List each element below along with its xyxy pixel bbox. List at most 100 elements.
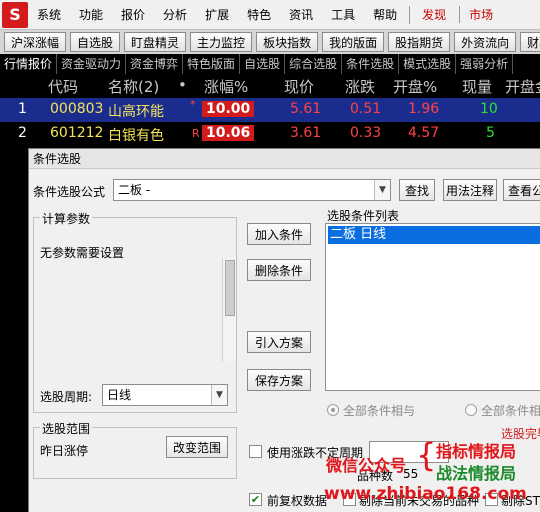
delete-condition-button[interactable]: 删除条件 bbox=[247, 259, 311, 281]
tab-pattern-select[interactable]: 模式选股 bbox=[399, 54, 457, 74]
tab-strength-analysis[interactable]: 强弱分析 bbox=[456, 54, 514, 74]
import-scheme-button[interactable]: 引入方案 bbox=[247, 331, 311, 353]
period-value: 日线 bbox=[107, 388, 132, 402]
toolbar-finance-button[interactable]: 财联 bbox=[520, 32, 540, 52]
chevron-down-icon[interactable]: ▼ bbox=[211, 385, 227, 405]
tab-condition-select[interactable]: 条件选股 bbox=[342, 54, 400, 74]
menu-function[interactable]: 功能 bbox=[70, 6, 112, 23]
all-or-radio[interactable] bbox=[465, 404, 477, 416]
save-scheme-button[interactable]: 保存方案 bbox=[247, 369, 311, 391]
usage-notes-button[interactable]: 用法注释 bbox=[443, 179, 497, 201]
tab-composite-select[interactable]: 综合选股 bbox=[285, 54, 343, 74]
row-change: 0.51 bbox=[350, 101, 382, 117]
row-volume: 5 bbox=[486, 125, 495, 141]
menu-help[interactable]: 帮助 bbox=[364, 6, 406, 23]
scroll-thumb[interactable] bbox=[225, 260, 235, 316]
watermark-wechat: 微信公众号 bbox=[326, 456, 407, 475]
forward-adjust-checkbox[interactable]: ✔ bbox=[249, 493, 262, 506]
menu-extension[interactable]: 扩展 bbox=[196, 6, 238, 23]
menu-news[interactable]: 资讯 bbox=[280, 6, 322, 23]
condition-list[interactable]: 二板 日线 bbox=[325, 223, 540, 391]
all-and-radio[interactable] bbox=[327, 404, 339, 416]
row-change-pct: 10.06 bbox=[202, 125, 255, 141]
params-group-title: 计算参数 bbox=[40, 210, 93, 227]
tab-featured-layout[interactable]: 特色版面 bbox=[183, 54, 241, 74]
dialog-title[interactable]: 条件选股 bbox=[29, 149, 540, 169]
period-select[interactable]: 日线 ▼ bbox=[102, 384, 228, 406]
view-formula-button[interactable]: 查看公 bbox=[503, 179, 540, 201]
toolbar-main-force-button[interactable]: 主力监控 bbox=[190, 32, 253, 52]
row-index: 1 bbox=[18, 101, 27, 117]
condition-list-label: 选股条件列表 bbox=[327, 209, 400, 223]
forward-adjust-label: 前复权数据 bbox=[267, 494, 328, 508]
toolbar-watchlist-button[interactable]: 自选股 bbox=[70, 32, 121, 52]
menu-market[interactable]: 市场 bbox=[459, 6, 502, 23]
all-and-label: 全部条件相与 bbox=[343, 404, 416, 418]
row-mark: * bbox=[190, 98, 196, 111]
col-header-name[interactable]: 名称(2) bbox=[108, 76, 159, 97]
row-name: 山高环能 bbox=[108, 104, 164, 120]
list-item[interactable]: 二板 日线 bbox=[328, 226, 540, 244]
toolbar-sh-sz-gainers-button[interactable]: 沪深涨幅 bbox=[4, 32, 67, 52]
col-header-change[interactable]: 涨跌 bbox=[345, 76, 375, 97]
range-group: 选股范围 昨日涨停 改变范围 bbox=[33, 420, 237, 479]
menu-discover[interactable]: 发现 bbox=[413, 6, 455, 23]
menu-system[interactable]: 系统 bbox=[28, 6, 70, 23]
menu-analysis[interactable]: 分析 bbox=[154, 6, 196, 23]
row-volume: 10 bbox=[480, 101, 498, 117]
toolbar: 沪深涨幅 自选股 盯盘精灵 主力监控 板块指数 我的版面 股指期货 外资流向 财… bbox=[0, 30, 540, 54]
row-name: 白银有色 bbox=[108, 128, 164, 144]
range-text: 昨日涨停 bbox=[40, 444, 89, 458]
change-range-button[interactable]: 改变范围 bbox=[166, 436, 228, 458]
col-header-volume[interactable]: 现量 bbox=[462, 76, 492, 97]
params-text: 无参数需要设置 bbox=[40, 246, 125, 260]
add-condition-button[interactable]: 加入条件 bbox=[247, 223, 311, 245]
col-header-dot: • bbox=[178, 76, 187, 94]
tab-watchlist[interactable]: 自选股 bbox=[240, 54, 286, 74]
tab-quotes[interactable]: 行情报价 bbox=[0, 54, 58, 74]
watermark-line2: 战法情报局 bbox=[436, 464, 517, 483]
range-group-title: 选股范围 bbox=[40, 420, 93, 437]
row-change: 0.33 bbox=[350, 125, 382, 141]
formula-label: 条件选股公式 bbox=[33, 185, 106, 199]
all-or-label: 全部条件相或 bbox=[481, 404, 540, 418]
tab-capital-game[interactable]: 资金博弈 bbox=[126, 54, 184, 74]
col-header-open-amount[interactable]: 开盘金 bbox=[505, 76, 540, 97]
toolbar-sector-index-button[interactable]: 板块指数 bbox=[256, 32, 319, 52]
menu-divider bbox=[409, 5, 411, 24]
row-code: 601212 bbox=[50, 125, 104, 141]
toolbar-foreign-flow-button[interactable]: 外资流向 bbox=[454, 32, 517, 52]
row-open-pct: 4.57 bbox=[408, 125, 440, 141]
row-open-pct: 1.96 bbox=[408, 101, 440, 117]
params-group: 计算参数 无参数需要设置 选股周期: 日线 ▼ bbox=[33, 210, 237, 413]
row-price: 3.61 bbox=[290, 125, 322, 141]
menu-featured[interactable]: 特色 bbox=[238, 6, 280, 23]
col-header-open-pct[interactable]: 开盘% bbox=[393, 76, 437, 97]
watermark-brace: { bbox=[416, 436, 437, 474]
row-change-pct: 10.00 bbox=[202, 101, 255, 117]
menu-bar: S 系统 功能 报价 分析 扩展 特色 资讯 工具 帮助 发现 市场 bbox=[0, 0, 540, 30]
tab-capital-drive[interactable]: 资金驱动力 bbox=[57, 54, 127, 74]
toolbar-my-layout-button[interactable]: 我的版面 bbox=[322, 32, 385, 52]
find-button[interactable]: 查找 bbox=[399, 179, 435, 201]
use-limit-checkbox[interactable] bbox=[249, 445, 262, 458]
chevron-down-icon[interactable]: ▼ bbox=[374, 180, 390, 200]
table-row[interactable]: 1 000803 山高环能 * 10.00 5.61 0.51 1.96 10 bbox=[0, 98, 540, 122]
row-code: 000803 bbox=[50, 101, 104, 117]
watermark-url: www.zhibiao168.com bbox=[324, 484, 527, 504]
menu-quote[interactable]: 报价 bbox=[112, 6, 154, 23]
view-tabs: 行情报价 资金驱动力 资金博弈 特色版面 自选股 综合选股 条件选股 模式选股 … bbox=[0, 54, 540, 74]
formula-select[interactable]: 二板 - ▼ bbox=[113, 179, 391, 201]
col-header-change-pct[interactable]: 涨幅% bbox=[204, 76, 248, 97]
col-header-code[interactable]: 代码 bbox=[48, 76, 78, 97]
quote-table-header: 代码 名称(2) • 涨幅% 现价 涨跌 开盘% 现量 开盘金 bbox=[0, 74, 540, 98]
col-header-price[interactable]: 现价 bbox=[284, 76, 314, 97]
row-mark: R bbox=[192, 127, 200, 140]
menu-tools[interactable]: 工具 bbox=[322, 6, 364, 23]
table-row[interactable]: 2 601212 白银有色 R 10.06 3.61 0.33 4.57 5 bbox=[0, 122, 540, 146]
toolbar-monitor-sprite-button[interactable]: 盯盘精灵 bbox=[124, 32, 187, 52]
row-index: 2 bbox=[18, 125, 27, 141]
toolbar-index-futures-button[interactable]: 股指期货 bbox=[388, 32, 451, 52]
params-scrollbar[interactable] bbox=[222, 258, 236, 362]
app-logo-icon[interactable]: S bbox=[2, 1, 28, 28]
